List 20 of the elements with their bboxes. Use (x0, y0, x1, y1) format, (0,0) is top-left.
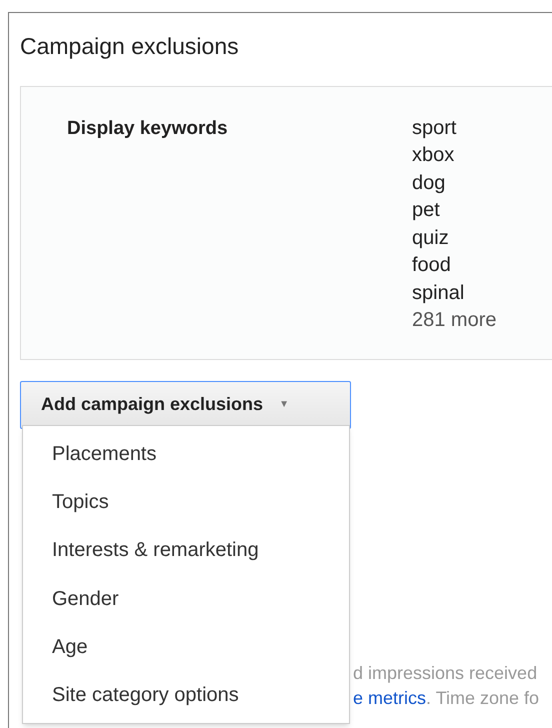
add-exclusions-button[interactable]: Add campaign exclusions ▼ (20, 380, 351, 428)
keyword-text: sport (412, 116, 458, 140)
menu-item[interactable]: Gender (23, 574, 349, 623)
caret-icon: ▼ (279, 397, 289, 412)
section-title: Campaign exclusions (20, 33, 239, 59)
menu-item[interactable]: Site category options (23, 670, 349, 720)
menu-item[interactable]: Placements (23, 430, 349, 478)
keyword-text: dog (412, 170, 446, 196)
menu-item[interactable]: Topics (23, 478, 349, 526)
metrics-link[interactable]: e metrics (353, 688, 426, 708)
more-link[interactable]: 281 more (412, 307, 496, 334)
keyword-text: quiz (412, 226, 450, 250)
keyword-text: spinal (412, 280, 466, 306)
exclusions-label: Display keywords (67, 118, 228, 138)
keyword-text: food (412, 253, 452, 278)
keyword-text: xbox (412, 143, 456, 168)
footnote-text: d impressions received e metrics. Time zone fo (353, 662, 540, 710)
menu-item[interactable]: Age (23, 622, 349, 671)
menu-item[interactable]: Interests & remarketing (23, 526, 349, 575)
keyword-text: pet (412, 198, 441, 223)
